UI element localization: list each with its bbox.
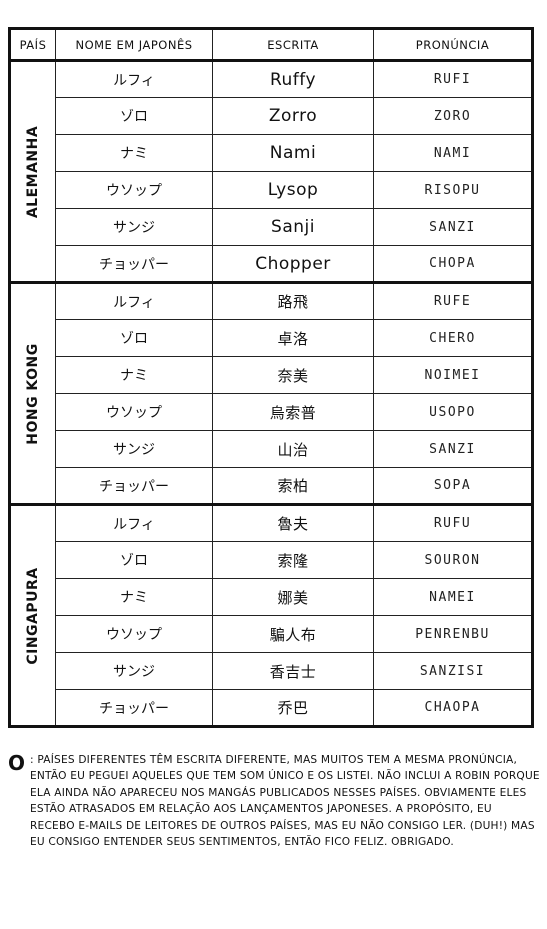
country-cell: ALEMANHA: [9, 59, 56, 283]
table-row: ウソップ 烏索普 USOPO: [10, 393, 533, 431]
japanese-name-cell: ルフィ: [55, 281, 213, 320]
table-row: CINGAPURA ルフィ 魯夫 RUFU: [9, 503, 533, 727]
pronunciation-cell: NAMEI: [373, 578, 533, 616]
pronunciation-cell: SANZI: [373, 430, 533, 468]
japanese-name-cell: ウソップ: [55, 393, 213, 431]
japanese-name-cell: ナミ: [55, 356, 213, 394]
pronunciation-cell: NOIMEI: [373, 356, 533, 394]
written-name-cell: 魯夫: [212, 503, 374, 542]
written-name-cell: 烏索普: [212, 393, 374, 431]
table-row: ナミ Nami NAMI: [10, 134, 533, 172]
written-name-cell: Sanji: [212, 208, 374, 246]
japanese-name-cell: サンジ: [55, 652, 213, 690]
header-japanese-name: NOME EM JAPONÊS: [55, 28, 213, 62]
japanese-name-cell: ゾロ: [55, 541, 213, 579]
written-name-cell: Nami: [212, 134, 374, 172]
japanese-name-cell: チョッパー: [55, 467, 213, 505]
japanese-name-cell: ウソップ: [55, 615, 213, 653]
table-row: チョッパー 乔巴 CHAOPA: [10, 689, 533, 727]
japanese-name-cell: サンジ: [55, 208, 213, 246]
written-name-cell: 奈美: [212, 356, 374, 394]
country-label: CINGAPURA: [25, 566, 41, 665]
header-written: ESCRITA: [212, 28, 374, 62]
pronunciation-cell: NAMI: [373, 134, 533, 172]
japanese-name-cell: ルフィ: [55, 503, 213, 542]
pronunciation-cell: CHOPA: [373, 245, 533, 283]
table-row: サンジ Sanji SANZI: [10, 208, 533, 246]
written-name-cell: Ruffy: [212, 59, 374, 98]
country-label: ALEMANHA: [25, 125, 41, 218]
written-name-cell: 路飛: [212, 281, 374, 320]
table-row: ゾロ Zorro ZORO: [10, 97, 533, 135]
japanese-name-cell: ゾロ: [55, 97, 213, 135]
japanese-name-cell: ナミ: [55, 134, 213, 172]
pronunciation-cell: RUFI: [373, 59, 533, 98]
pronunciation-cell: ZORO: [373, 97, 533, 135]
pronunciation-cell: CHAOPA: [373, 689, 533, 727]
header-pronunciation: PRONÚNCIA: [373, 28, 533, 62]
pronunciation-cell: SANZISI: [373, 652, 533, 690]
pronunciation-cell: SOPA: [373, 467, 533, 505]
written-name-cell: 卓洛: [212, 319, 374, 357]
table-row: ゾロ 卓洛 CHERO: [10, 319, 533, 357]
name-table-container: PAÍS NOME EM JAPONÊS ESCRITA PRONÚNCIA A…: [8, 27, 534, 728]
table-row: ナミ 奈美 NOIMEI: [10, 356, 533, 394]
japanese-name-cell: ゾロ: [55, 319, 213, 357]
written-name-cell: 索柏: [212, 467, 374, 505]
japanese-name-cell: ウソップ: [55, 171, 213, 209]
pronunciation-cell: CHERO: [373, 319, 533, 357]
table-row: HONG KONG ルフィ 路飛 RUFE: [9, 281, 533, 505]
japanese-name-cell: ルフィ: [55, 59, 213, 98]
pronunciation-cell: SOURON: [373, 541, 533, 579]
japanese-name-cell: チョッパー: [55, 245, 213, 283]
note-text: : PAÍSES DIFERENTES TÊM ESCRITA DIFERENT…: [30, 754, 540, 849]
country-cell: CINGAPURA: [9, 503, 56, 727]
table-row: ゾロ 索隆 SOURON: [10, 541, 533, 579]
pronunciation-cell: RUFU: [373, 503, 533, 542]
pronunciation-cell: RUFE: [373, 281, 533, 320]
written-name-cell: 騙人布: [212, 615, 374, 653]
written-name-cell: Lysop: [212, 171, 374, 209]
country-cell: HONG KONG: [9, 281, 56, 505]
written-name-cell: 香吉士: [212, 652, 374, 690]
table-row: サンジ 山治 SANZI: [10, 430, 533, 468]
pronunciation-cell: SANZI: [373, 208, 533, 246]
table-row: ウソップ Lysop RISOPU: [10, 171, 533, 209]
table-body: ALEMANHA ルフィ Ruffy RUFI ゾロ Zorro ZORO ナミ Nami NAM…: [9, 59, 533, 727]
table-header-row: PAÍS NOME EM JAPONÊS ESCRITA PRONÚNCIA: [9, 28, 533, 62]
table-row: チョッパー Chopper CHOPA: [10, 245, 533, 283]
table-row: チョッパー 索柏 SOPA: [10, 467, 533, 505]
written-name-cell: Chopper: [212, 245, 374, 283]
written-name-cell: 乔巴: [212, 689, 374, 727]
table-row: ナミ 娜美 NAMEI: [10, 578, 533, 616]
header-country: PAÍS: [9, 28, 56, 62]
table-row: ALEMANHA ルフィ Ruffy RUFI: [9, 59, 533, 283]
pronunciation-cell: RISOPU: [373, 171, 533, 209]
table-row: サンジ 香吉士 SANZISI: [10, 652, 533, 690]
written-name-cell: 山治: [212, 430, 374, 468]
written-name-cell: 娜美: [212, 578, 374, 616]
pronunciation-cell: USOPO: [373, 393, 533, 431]
written-name-cell: Zorro: [212, 97, 374, 135]
japanese-name-cell: チョッパー: [55, 689, 213, 727]
written-name-cell: 索隆: [212, 541, 374, 579]
note-marker: O: [8, 751, 26, 775]
pronunciation-cell: PENRENBU: [373, 615, 533, 653]
country-label: HONG KONG: [25, 342, 41, 445]
japanese-name-cell: サンジ: [55, 430, 213, 468]
japanese-name-cell: ナミ: [55, 578, 213, 616]
name-table: PAÍS NOME EM JAPONÊS ESCRITA PRONÚNCIA A…: [8, 27, 534, 728]
table-row: ウソップ 騙人布 PENRENBU: [10, 615, 533, 653]
